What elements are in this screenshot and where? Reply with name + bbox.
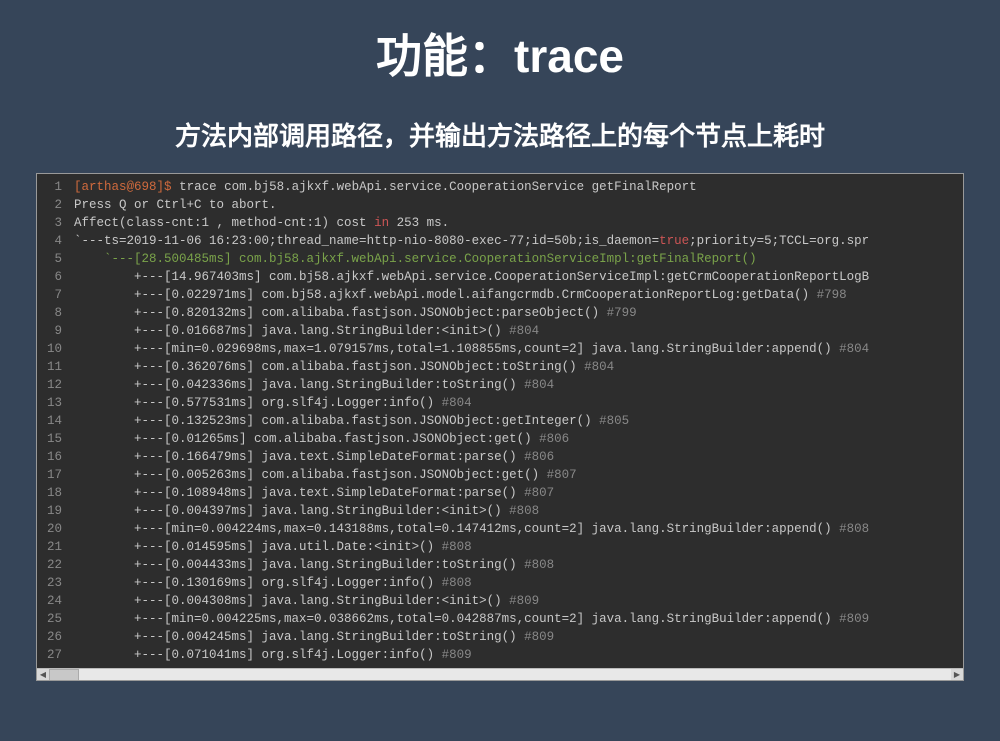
terminal-line: +---[0.004397ms] java.lang.StringBuilder…: [74, 502, 963, 520]
terminal-line: +---[0.004245ms] java.lang.StringBuilder…: [74, 628, 963, 646]
terminal-line: +---[0.577531ms] org.slf4j.Logger:info()…: [74, 394, 963, 412]
terminal-console: 1 2 3 4 5 6 7 8 9 10 11 12 13 14 15 16 1…: [36, 173, 964, 681]
terminal-line: +---[14.967403ms] com.bj58.ajkxf.webApi.…: [74, 268, 963, 286]
slide-subtitle: 方法内部调用路径，并输出方法路径上的每个节点上耗时: [0, 116, 1000, 153]
terminal-line: +---[min=0.029698ms,max=1.079157ms,total…: [74, 340, 963, 358]
terminal-line: +---[0.022971ms] com.bj58.ajkxf.webApi.m…: [74, 286, 963, 304]
terminal-line: `---[28.500485ms] com.bj58.ajkxf.webApi.…: [74, 250, 963, 268]
terminal-line: +---[0.166479ms] java.text.SimpleDateFor…: [74, 448, 963, 466]
terminal-line: +---[0.004433ms] java.lang.StringBuilder…: [74, 556, 963, 574]
scroll-thumb[interactable]: [49, 669, 79, 681]
terminal-line: +---[0.004308ms] java.lang.StringBuilder…: [74, 592, 963, 610]
terminal-scroll-area[interactable]: 1 2 3 4 5 6 7 8 9 10 11 12 13 14 15 16 1…: [37, 174, 963, 668]
terminal-line: +---[0.071041ms] org.slf4j.Logger:info()…: [74, 646, 963, 664]
terminal-line: +---[0.005263ms] com.alibaba.fastjson.JS…: [74, 466, 963, 484]
terminal-line: +---[0.132523ms] com.alibaba.fastjson.JS…: [74, 412, 963, 430]
slide-title: 功能：trace: [0, 0, 1000, 86]
scroll-right-arrow[interactable]: ▶: [951, 669, 963, 681]
terminal-line: +---[0.016687ms] java.lang.StringBuilder…: [74, 322, 963, 340]
terminal-line: +---[min=0.004225ms,max=0.038662ms,total…: [74, 610, 963, 628]
terminal-line: +---[0.014595ms] java.util.Date:<init>()…: [74, 538, 963, 556]
terminal-line: +---[0.820132ms] com.alibaba.fastjson.JS…: [74, 304, 963, 322]
terminal-output[interactable]: [arthas@698]$ trace com.bj58.ajkxf.webAp…: [70, 174, 963, 668]
scroll-left-arrow[interactable]: ◀: [37, 669, 49, 681]
terminal-line: `---ts=2019-11-06 16:23:00;thread_name=h…: [74, 232, 963, 250]
horizontal-scrollbar[interactable]: ◀ ▶: [37, 668, 963, 680]
line-number-gutter: 1 2 3 4 5 6 7 8 9 10 11 12 13 14 15 16 1…: [37, 174, 70, 668]
terminal-line: +---[min=0.004224ms,max=0.143188ms,total…: [74, 520, 963, 538]
terminal-line: [arthas@698]$ trace com.bj58.ajkxf.webAp…: [74, 178, 963, 196]
terminal-line: +---[0.130169ms] org.slf4j.Logger:info()…: [74, 574, 963, 592]
terminal-line: +---[0.01265ms] com.alibaba.fastjson.JSO…: [74, 430, 963, 448]
terminal-line: +---[0.108948ms] java.text.SimpleDateFor…: [74, 484, 963, 502]
terminal-line: Affect(class-cnt:1 , method-cnt:1) cost …: [74, 214, 963, 232]
terminal-line: +---[0.042336ms] java.lang.StringBuilder…: [74, 376, 963, 394]
terminal-line: +---[0.362076ms] com.alibaba.fastjson.JS…: [74, 358, 963, 376]
terminal-line: Press Q or Ctrl+C to abort.: [74, 196, 963, 214]
